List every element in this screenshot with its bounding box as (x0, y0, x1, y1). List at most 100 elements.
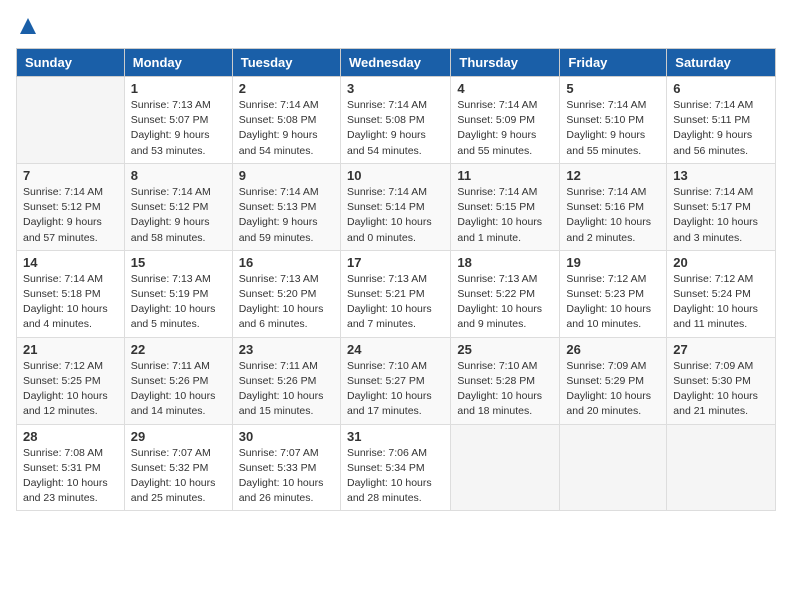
week-row-2: 7 Sunrise: 7:14 AMSunset: 5:12 PMDaylight… (17, 163, 776, 250)
day-number: 3 (347, 81, 444, 96)
day-info: Sunrise: 7:11 AMSunset: 5:26 PMDaylight:… (131, 359, 226, 420)
calendar-cell: 18 Sunrise: 7:13 AMSunset: 5:22 PMDayligh… (451, 250, 560, 337)
day-info: Sunrise: 7:13 AMSunset: 5:21 PMDaylight:… (347, 272, 444, 333)
day-number: 15 (131, 255, 226, 270)
day-info: Sunrise: 7:13 AMSunset: 5:19 PMDaylight:… (131, 272, 226, 333)
day-number: 17 (347, 255, 444, 270)
day-number: 29 (131, 429, 226, 444)
day-info: Sunrise: 7:14 AMSunset: 5:13 PMDaylight:… (239, 185, 334, 246)
calendar-cell: 29 Sunrise: 7:07 AMSunset: 5:32 PMDayligh… (124, 424, 232, 511)
calendar-cell: 31 Sunrise: 7:06 AMSunset: 5:34 PMDayligh… (340, 424, 450, 511)
day-number: 23 (239, 342, 334, 357)
week-row-5: 28 Sunrise: 7:08 AMSunset: 5:31 PMDayligh… (17, 424, 776, 511)
day-number: 6 (673, 81, 769, 96)
calendar-cell: 7 Sunrise: 7:14 AMSunset: 5:12 PMDaylight… (17, 163, 125, 250)
day-number: 16 (239, 255, 334, 270)
day-info: Sunrise: 7:14 AMSunset: 5:10 PMDaylight:… (566, 98, 660, 159)
calendar-cell: 30Sunrise: 7:07 AMSunset: 5:33 PMDayligh… (232, 424, 340, 511)
day-info: Sunrise: 7:13 AMSunset: 5:22 PMDaylight:… (457, 272, 553, 333)
column-header-thursday: Thursday (451, 49, 560, 77)
day-info: Sunrise: 7:14 AMSunset: 5:18 PMDaylight:… (23, 272, 118, 333)
calendar-cell: 4Sunrise: 7:14 AMSunset: 5:09 PMDaylight… (451, 77, 560, 164)
calendar-cell: 6 Sunrise: 7:14 AMSunset: 5:11 PMDaylight… (667, 77, 776, 164)
week-row-4: 21 Sunrise: 7:12 AMSunset: 5:25 PMDayligh… (17, 337, 776, 424)
day-info: Sunrise: 7:08 AMSunset: 5:31 PMDaylight:… (23, 446, 118, 507)
day-number: 5 (566, 81, 660, 96)
calendar-cell (667, 424, 776, 511)
day-number: 20 (673, 255, 769, 270)
day-number: 22 (131, 342, 226, 357)
day-number: 31 (347, 429, 444, 444)
day-info: Sunrise: 7:14 AMSunset: 5:12 PMDaylight:… (131, 185, 226, 246)
calendar-cell: 21 Sunrise: 7:12 AMSunset: 5:25 PMDayligh… (17, 337, 125, 424)
day-number: 27 (673, 342, 769, 357)
calendar-header-row: SundayMondayTuesdayWednesdayThursdayFrid… (17, 49, 776, 77)
week-row-3: 14 Sunrise: 7:14 AMSunset: 5:18 PMDayligh… (17, 250, 776, 337)
column-header-sunday: Sunday (17, 49, 125, 77)
day-info: Sunrise: 7:09 AMSunset: 5:29 PMDaylight:… (566, 359, 660, 420)
day-number: 2 (239, 81, 334, 96)
day-number: 8 (131, 168, 226, 183)
column-header-tuesday: Tuesday (232, 49, 340, 77)
calendar-cell: 16 Sunrise: 7:13 AMSunset: 5:20 PMDayligh… (232, 250, 340, 337)
day-number: 26 (566, 342, 660, 357)
calendar-cell: 13Sunrise: 7:14 AMSunset: 5:17 PMDayligh… (667, 163, 776, 250)
calendar-cell (451, 424, 560, 511)
day-info: Sunrise: 7:14 AMSunset: 5:08 PMDaylight:… (347, 98, 444, 159)
day-number: 21 (23, 342, 118, 357)
column-header-wednesday: Wednesday (340, 49, 450, 77)
column-header-monday: Monday (124, 49, 232, 77)
day-number: 19 (566, 255, 660, 270)
calendar-cell: 3 Sunrise: 7:14 AMSunset: 5:08 PMDaylight… (340, 77, 450, 164)
day-number: 7 (23, 168, 118, 183)
day-info: Sunrise: 7:12 AMSunset: 5:25 PMDaylight:… (23, 359, 118, 420)
calendar-cell: 23Sunrise: 7:11 AMSunset: 5:26 PMDayligh… (232, 337, 340, 424)
day-number: 12 (566, 168, 660, 183)
day-info: Sunrise: 7:14 AMSunset: 5:11 PMDaylight:… (673, 98, 769, 159)
day-number: 4 (457, 81, 553, 96)
calendar-cell: 10 Sunrise: 7:14 AMSunset: 5:14 PMDayligh… (340, 163, 450, 250)
calendar-cell: 26 Sunrise: 7:09 AMSunset: 5:29 PMDayligh… (560, 337, 667, 424)
calendar-cell: 15 Sunrise: 7:13 AMSunset: 5:19 PMDayligh… (124, 250, 232, 337)
day-info: Sunrise: 7:10 AMSunset: 5:27 PMDaylight:… (347, 359, 444, 420)
day-number: 11 (457, 168, 553, 183)
day-info: Sunrise: 7:09 AMSunset: 5:30 PMDaylight:… (673, 359, 769, 420)
logo (16, 16, 38, 36)
column-header-saturday: Saturday (667, 49, 776, 77)
day-number: 18 (457, 255, 553, 270)
day-info: Sunrise: 7:14 AMSunset: 5:08 PMDaylight:… (239, 98, 334, 159)
calendar-cell: 27 Sunrise: 7:09 AMSunset: 5:30 PMDayligh… (667, 337, 776, 424)
logo-icon (18, 16, 38, 36)
day-number: 9 (239, 168, 334, 183)
day-info: Sunrise: 7:12 AMSunset: 5:23 PMDaylight:… (566, 272, 660, 333)
day-info: Sunrise: 7:13 AMSunset: 5:07 PMDaylight:… (131, 98, 226, 159)
day-info: Sunrise: 7:07 AMSunset: 5:32 PMDaylight:… (131, 446, 226, 507)
day-info: Sunrise: 7:12 AMSunset: 5:24 PMDaylight:… (673, 272, 769, 333)
calendar-cell: 19 Sunrise: 7:12 AMSunset: 5:23 PMDayligh… (560, 250, 667, 337)
calendar-cell: 1Sunrise: 7:13 AMSunset: 5:07 PMDaylight… (124, 77, 232, 164)
day-info: Sunrise: 7:14 AMSunset: 5:12 PMDaylight:… (23, 185, 118, 246)
calendar-cell: 14 Sunrise: 7:14 AMSunset: 5:18 PMDayligh… (17, 250, 125, 337)
day-number: 14 (23, 255, 118, 270)
calendar-table: SundayMondayTuesdayWednesdayThursdayFrid… (16, 48, 776, 511)
calendar-cell: 12Sunrise: 7:14 AMSunset: 5:16 PMDayligh… (560, 163, 667, 250)
day-info: Sunrise: 7:06 AMSunset: 5:34 PMDaylight:… (347, 446, 444, 507)
calendar-cell: 2 Sunrise: 7:14 AMSunset: 5:08 PMDaylight… (232, 77, 340, 164)
day-number: 28 (23, 429, 118, 444)
calendar-cell: 24Sunrise: 7:10 AMSunset: 5:27 PMDayligh… (340, 337, 450, 424)
calendar-cell: 28 Sunrise: 7:08 AMSunset: 5:31 PMDayligh… (17, 424, 125, 511)
week-row-1: 1Sunrise: 7:13 AMSunset: 5:07 PMDaylight… (17, 77, 776, 164)
calendar-cell (17, 77, 125, 164)
day-info: Sunrise: 7:14 AMSunset: 5:17 PMDaylight:… (673, 185, 769, 246)
day-info: Sunrise: 7:14 AMSunset: 5:15 PMDaylight:… (457, 185, 553, 246)
day-number: 25 (457, 342, 553, 357)
day-info: Sunrise: 7:14 AMSunset: 5:14 PMDaylight:… (347, 185, 444, 246)
column-header-friday: Friday (560, 49, 667, 77)
day-info: Sunrise: 7:13 AMSunset: 5:20 PMDaylight:… (239, 272, 334, 333)
calendar-cell: 22 Sunrise: 7:11 AMSunset: 5:26 PMDayligh… (124, 337, 232, 424)
page-header (16, 16, 776, 36)
calendar-cell: 20 Sunrise: 7:12 AMSunset: 5:24 PMDayligh… (667, 250, 776, 337)
calendar-cell: 9 Sunrise: 7:14 AMSunset: 5:13 PMDaylight… (232, 163, 340, 250)
day-number: 10 (347, 168, 444, 183)
calendar-cell: 11 Sunrise: 7:14 AMSunset: 5:15 PMDayligh… (451, 163, 560, 250)
